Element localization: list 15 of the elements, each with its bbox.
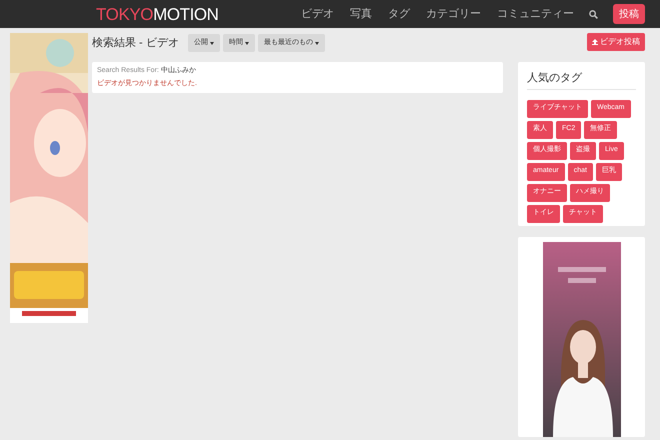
panel-title: 人気のタグ	[527, 70, 636, 90]
nav-link[interactable]: カテゴリー	[426, 6, 481, 22]
site-logo[interactable]: TOKYOMOTION	[96, 6, 219, 22]
upload-icon	[592, 39, 598, 45]
nav-link[interactable]: タグ	[388, 6, 410, 22]
page-heading: 検索結果 - ビデオ	[92, 36, 179, 51]
caret-icon	[314, 42, 319, 44]
nav-link[interactable]: 写真	[350, 6, 372, 22]
post-button[interactable]: 投稿	[613, 4, 645, 24]
search-icon[interactable]	[589, 10, 598, 18]
nav-link[interactable]: ビデオ	[301, 6, 334, 22]
upload-video-button[interactable]: ビデオ投稿	[587, 33, 645, 51]
caret-icon	[210, 42, 214, 44]
caret-icon	[244, 42, 249, 44]
nav-link[interactable]: コミュニティー	[497, 6, 574, 22]
